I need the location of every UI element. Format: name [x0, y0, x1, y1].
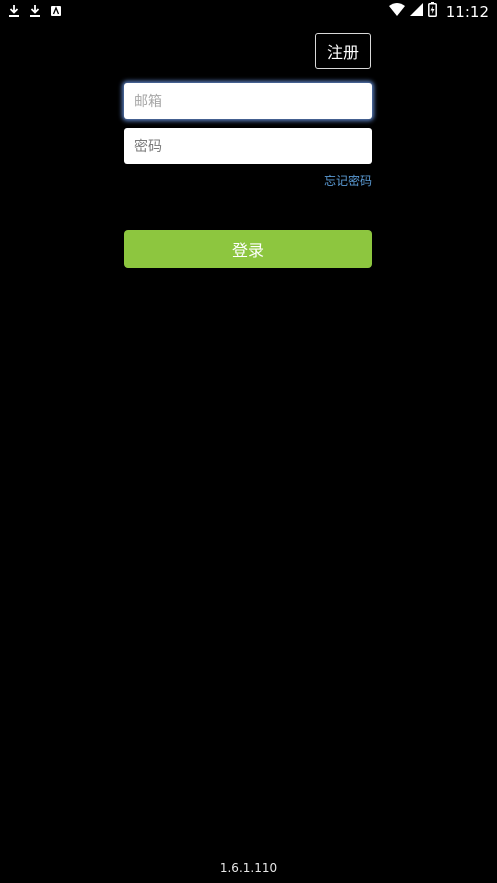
- login-button[interactable]: 登录: [124, 230, 372, 268]
- wifi-icon: [388, 3, 405, 20]
- download-icon: [29, 3, 41, 17]
- system-status: 11:12: [388, 2, 489, 21]
- password-placeholder: 密码: [134, 139, 162, 155]
- status-bar: 11:12: [0, 0, 497, 24]
- battery-icon: [427, 2, 437, 21]
- notification-icons: [8, 3, 62, 17]
- password-field[interactable]: 密码: [124, 128, 372, 164]
- app-notification-icon: [50, 3, 62, 17]
- clock: 11:12: [445, 2, 489, 21]
- signal-icon: [409, 3, 423, 20]
- email-field[interactable]: 邮箱: [124, 83, 372, 119]
- login-screen: 11:12 注册 邮箱 密码 忘记密码 登录 1.6.1.110: [0, 0, 497, 883]
- email-placeholder: 邮箱: [134, 94, 162, 110]
- register-button[interactable]: 注册: [315, 33, 371, 69]
- app-version: 1.6.1.110: [219, 861, 278, 875]
- download-icon: [8, 3, 20, 17]
- forgot-password-link[interactable]: 忘记密码: [324, 172, 372, 189]
